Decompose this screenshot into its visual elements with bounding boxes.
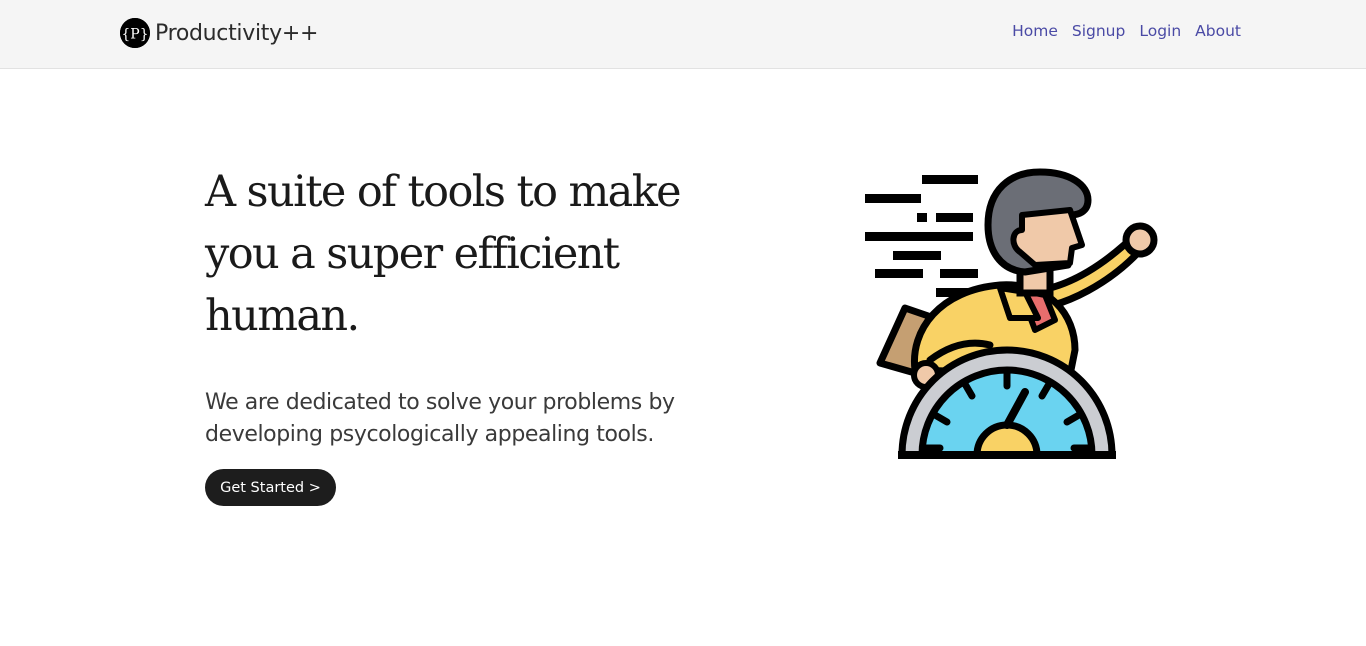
brand-link[interactable]: {P} Productivity++ — [120, 17, 318, 49]
speed-lines — [865, 175, 984, 297]
get-started-button[interactable]: Get Started > — [205, 469, 336, 506]
hero-subtitle: We are dedicated to solve your problems … — [205, 390, 675, 447]
navbar: {P} Productivity++ Home Signup Login Abo… — [0, 0, 1366, 69]
hero-title: A suite of tools to make you a super eff… — [205, 167, 682, 341]
brand-name: Productivity++ — [155, 20, 319, 46]
nav-links: Home Signup Login About — [1012, 22, 1241, 40]
brand-logo-letter: {P} — [121, 27, 148, 43]
nav-signup-link[interactable]: Signup — [1072, 22, 1125, 40]
nav-login-link[interactable]: Login — [1139, 22, 1181, 40]
nav-about-link[interactable]: About — [1195, 22, 1241, 40]
brand-logo-icon: {P} — [120, 18, 150, 48]
productivity-speedometer-person-icon — [860, 160, 1160, 460]
nav-home-link[interactable]: Home — [1012, 22, 1058, 40]
